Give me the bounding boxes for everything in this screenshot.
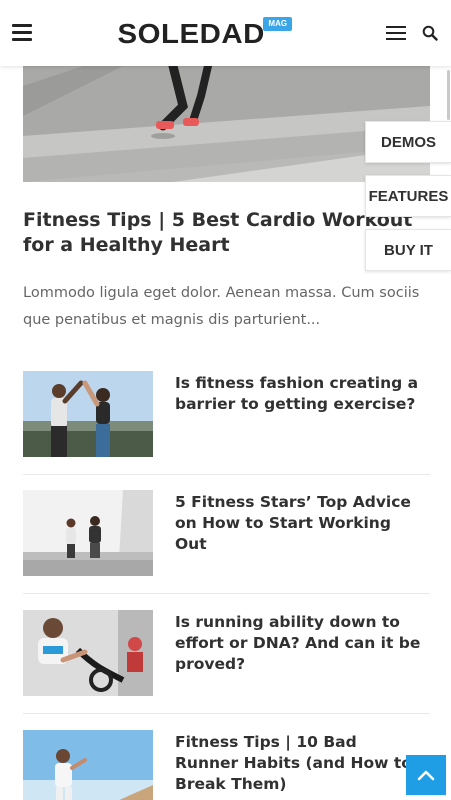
- logo-badge: MAG: [263, 17, 293, 31]
- post-title[interactable]: 5 Fitness Stars’ Top Advice on How to St…: [175, 492, 425, 555]
- post-thumbnail[interactable]: [23, 371, 153, 457]
- divider: [23, 593, 430, 594]
- site-header: SOLEDAD MAG: [0, 0, 451, 66]
- scroll-to-top-button[interactable]: [406, 755, 446, 795]
- post-thumbnail[interactable]: [23, 490, 153, 576]
- post-title[interactable]: Is fitness fashion creating a barrier to…: [175, 373, 425, 415]
- post-title[interactable]: Fitness Tips | 10 Bad Runner Habits (and…: [175, 732, 425, 795]
- featured-article-excerpt: Lommodo ligula eget dolor. Aenean massa.…: [23, 285, 420, 328]
- divider: [23, 474, 430, 475]
- buy-it-button[interactable]: BUY IT: [365, 229, 451, 271]
- post-title[interactable]: Is running ability down to effort or DNA…: [175, 612, 425, 675]
- chevron-up-icon: [417, 770, 435, 781]
- site-logo[interactable]: SOLEDAD MAG: [117, 17, 293, 51]
- features-button[interactable]: FEATURES: [365, 175, 451, 217]
- list-item: Is running ability down to effort or DNA…: [23, 610, 430, 698]
- list-item: 5 Fitness Stars’ Top Advice on How to St…: [23, 490, 430, 578]
- search-icon[interactable]: [422, 25, 438, 41]
- list-item: Fitness Tips | 10 Bad Runner Habits (and…: [23, 730, 430, 800]
- list-item: Is fitness fashion creating a barrier to…: [23, 371, 430, 459]
- menu-lines-icon[interactable]: [386, 26, 406, 40]
- demos-button[interactable]: DEMOS: [365, 121, 451, 163]
- post-thumbnail[interactable]: [23, 610, 153, 696]
- post-thumbnail[interactable]: [23, 730, 153, 800]
- page-scrollbar[interactable]: [447, 70, 450, 120]
- divider: [23, 713, 430, 714]
- logo-text: SOLEDAD: [117, 18, 265, 49]
- hamburger-menu-icon[interactable]: [12, 24, 32, 42]
